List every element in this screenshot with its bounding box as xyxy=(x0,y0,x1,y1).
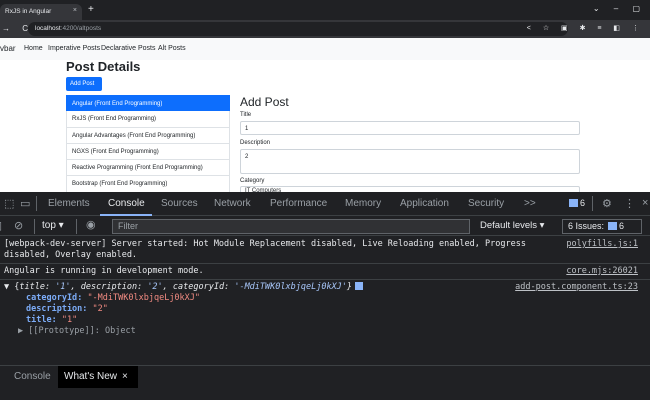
source-link[interactable]: add-post.component.ts:23 xyxy=(515,282,638,293)
window-controls[interactable]: ⌄ – ▢ xyxy=(593,4,646,13)
browser-tabstrip: RxJS in Angular × + ⌄ – ▢ xyxy=(0,0,650,20)
more-tabs-button[interactable]: >> xyxy=(524,198,536,209)
console-message: Angular is running in development mode. … xyxy=(0,264,650,280)
tab-elements[interactable]: Elements xyxy=(48,198,90,209)
source-link[interactable]: core.mjs:26021 xyxy=(566,266,638,277)
issues-count: 6 xyxy=(580,198,586,208)
list-item[interactable]: Reactive Programming (Front End Programm… xyxy=(66,160,230,177)
more-options-icon[interactable]: ⋮ xyxy=(624,197,635,210)
tab-network[interactable]: Network xyxy=(214,198,251,209)
devtools-tabbar: ⬚ ▭ Elements Console Sources Network Per… xyxy=(0,192,650,216)
description-label: Description xyxy=(240,140,271,146)
issues-icon xyxy=(608,222,618,230)
new-tab-button[interactable]: + xyxy=(88,4,94,15)
message-text: Angular is running in development mode. xyxy=(4,266,204,276)
property-key: categoryId xyxy=(26,293,78,303)
object-property: categoryId: "-MdiTWK0lxbjqeLj0kXJ" xyxy=(26,293,201,303)
inspect-element-icon[interactable]: ⬚ xyxy=(4,197,14,210)
property-value: "-MdiTWK0lxbjqeLj0kXJ" xyxy=(87,293,201,303)
summary-key: , categoryId: xyxy=(162,282,235,292)
navbar-brand[interactable]: vbar xyxy=(0,44,16,53)
issues-badge[interactable]: 6 xyxy=(566,196,588,212)
sidebar-toggle-icon[interactable]: ▯ xyxy=(0,219,2,232)
console-toolbar: ▯ ⊘ top ▾ ◉ Filter Default levels ▾ 6 Is… xyxy=(0,217,650,236)
url-host: localhost xyxy=(35,25,61,32)
console-message: [webpack-dev-server] Server started: Hot… xyxy=(0,237,650,264)
list-item[interactable]: Angular Advantages (Front End Programmin… xyxy=(66,127,230,144)
url-input[interactable]: localhost:4200/altposts xyxy=(28,22,568,36)
drawer-tab-close-icon[interactable]: × xyxy=(122,371,128,382)
device-toolbar-icon[interactable]: ▭ xyxy=(20,197,30,210)
category-label: Category xyxy=(240,178,265,184)
property-key: description xyxy=(26,304,83,314)
log-levels-dropdown[interactable]: Default levels ▾ xyxy=(480,220,544,231)
list-item[interactable]: RxJS (Front End Programming) xyxy=(66,111,230,128)
summary-value: '1' xyxy=(55,282,71,292)
address-bar-row: → C ⓘ localhost:4200/altposts < ☆ ▣ ✱ ≡ … xyxy=(0,20,650,38)
summary-close: } xyxy=(346,282,353,292)
property-key: title xyxy=(26,315,52,325)
source-link[interactable]: polyfills.js:1 xyxy=(566,239,638,250)
message-text: [webpack-dev-server] Server started: Hot… xyxy=(4,239,526,260)
drawer-tab-whats-new[interactable]: What's New xyxy=(64,371,117,382)
tab-close-icon[interactable]: × xyxy=(73,7,77,14)
object-property: title: "1" xyxy=(26,315,78,325)
tab-sources[interactable]: Sources xyxy=(161,198,198,209)
devtools-drawer: Console What's New × xyxy=(0,365,650,388)
browser-toolbar-icons[interactable]: < ☆ ▣ ✱ ≡ ◧ ⋮ xyxy=(527,24,644,32)
url-path: :4200/altposts xyxy=(60,25,102,32)
property-value: "1" xyxy=(61,315,78,325)
title-field[interactable]: 1 xyxy=(240,121,580,135)
context-select[interactable]: top ▾ xyxy=(42,220,64,231)
title-label: Title xyxy=(240,112,252,118)
summary-value: '2' xyxy=(147,282,163,292)
active-tab-indicator xyxy=(100,214,152,216)
close-devtools-icon[interactable]: × xyxy=(642,197,648,209)
add-post-button[interactable]: Add Post xyxy=(66,77,102,91)
devtools-panel: ⬚ ▭ Elements Console Sources Network Per… xyxy=(0,192,650,400)
divider xyxy=(36,196,37,211)
issues-counter-button[interactable]: 6 Issues: 6 xyxy=(562,219,642,234)
divider xyxy=(592,196,593,211)
divider xyxy=(34,219,35,234)
nav-link-home[interactable]: Home xyxy=(24,45,43,52)
nav-link-alt-posts[interactable]: Alt Posts xyxy=(158,45,186,52)
summary-key: , description: xyxy=(70,282,148,292)
list-item[interactable]: Bootstrap (Front End Programming) xyxy=(66,176,230,193)
nav-link-declarative-posts[interactable]: Declarative Posts xyxy=(101,45,155,52)
expand-toggle[interactable]: ▼ { xyxy=(4,282,19,292)
property-value: "2" xyxy=(92,304,108,314)
console-message-object: ▼ {title: '1', description: '2', categor… xyxy=(0,280,650,339)
browser-tab[interactable]: RxJS in Angular × xyxy=(0,4,82,20)
filter-input[interactable]: Filter xyxy=(112,219,470,234)
form-title: Add Post xyxy=(240,95,289,109)
list-item[interactable]: NGXS (Front End Programming) xyxy=(66,143,230,161)
app-navbar: vbar Home Imperative Posts Declarative P… xyxy=(0,38,650,60)
post-list: Angular (Front End Programming) RxJS (Fr… xyxy=(66,95,230,193)
issues-icon xyxy=(569,199,578,207)
issues-count: 6 xyxy=(619,221,625,231)
drawer-tab-console[interactable]: Console xyxy=(14,371,51,382)
description-field[interactable]: 2 xyxy=(240,149,580,174)
nav-link-imperative-posts[interactable]: Imperative Posts xyxy=(48,45,100,52)
console-output: [webpack-dev-server] Server started: Hot… xyxy=(0,237,650,339)
issues-label: 6 Issues: xyxy=(568,221,605,231)
list-item[interactable]: Angular (Front End Programming) xyxy=(66,95,230,112)
page-title: Post Details xyxy=(66,59,141,74)
clear-console-icon[interactable]: ⊘ xyxy=(14,219,23,232)
tab-memory[interactable]: Memory xyxy=(345,198,381,209)
divider xyxy=(76,219,77,234)
tab-security[interactable]: Security xyxy=(468,198,504,209)
prototype-row[interactable]: ▶ [[Prototype]]: Object xyxy=(4,326,646,337)
object-property: description: "2" xyxy=(26,304,108,314)
info-icon[interactable] xyxy=(355,282,364,290)
settings-gear-icon[interactable]: ⚙ xyxy=(602,197,612,210)
tab-performance[interactable]: Performance xyxy=(270,198,327,209)
summary-value: '-MdiTWK0lxbjqeLj0kXJ' xyxy=(234,282,347,292)
tab-console[interactable]: Console xyxy=(108,198,145,209)
summary-key: title: xyxy=(19,282,56,292)
tab-title: RxJS in Angular xyxy=(5,8,52,15)
tab-application[interactable]: Application xyxy=(400,198,449,209)
live-expression-eye-icon[interactable]: ◉ xyxy=(86,218,96,231)
